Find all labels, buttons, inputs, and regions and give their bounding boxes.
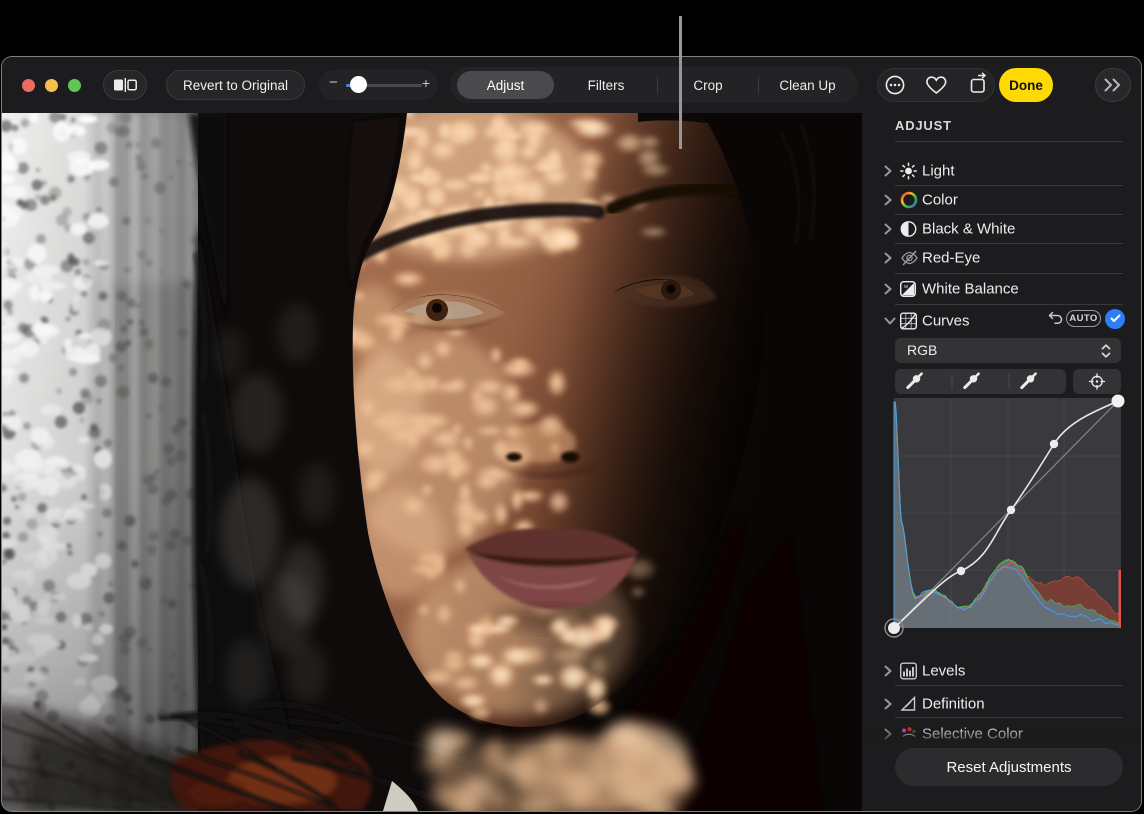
svg-text:W: W <box>904 284 909 289</box>
